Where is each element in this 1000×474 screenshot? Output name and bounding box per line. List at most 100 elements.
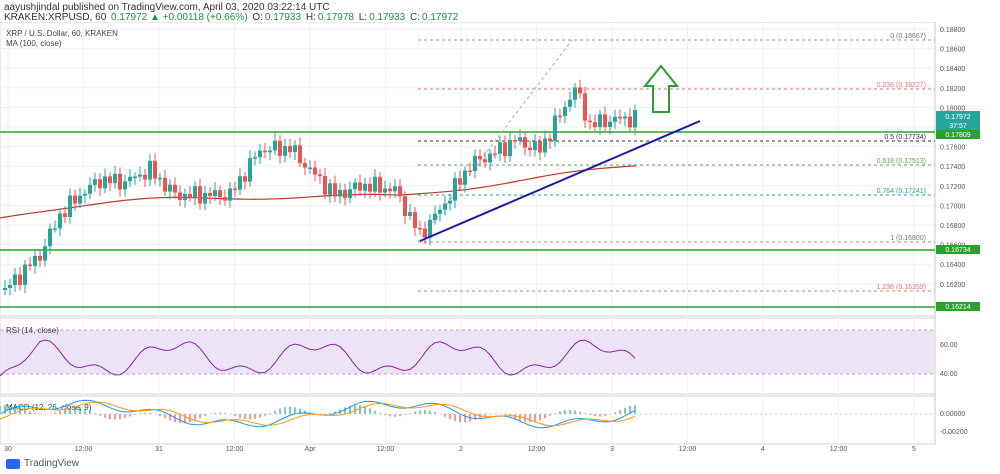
candle-body (198, 186, 202, 204)
candle-body (13, 274, 17, 285)
candle-body (53, 228, 57, 230)
candle-body (63, 213, 67, 218)
macd-pane[interactable] (0, 395, 936, 445)
candle-body (218, 190, 222, 198)
candle-body (188, 193, 192, 198)
candle-body (238, 176, 242, 190)
candle-body (23, 264, 27, 285)
candle-body (88, 184, 92, 194)
price-tick: 0.17600 (940, 145, 965, 152)
candle-body (158, 177, 162, 180)
candle-body (173, 184, 177, 193)
candle-body (28, 264, 32, 267)
time-axis[interactable]: 30 12:00 31 12:00 Apr 12:00 2 12:00 3 12:00 4 12:00… (4, 446, 916, 453)
candle-body (18, 274, 22, 285)
candle-body (283, 146, 287, 156)
candle-body (618, 116, 622, 119)
time-tick: 12:00 (679, 446, 697, 452)
rsi-title: RSI (14, close) (6, 326, 59, 335)
candle-body (168, 184, 172, 192)
candle-body (588, 120, 592, 123)
price-tick: 0.18200 (940, 86, 965, 93)
candle-body (358, 182, 362, 191)
candle-body (43, 246, 47, 261)
price-tick: 0.18600 (940, 47, 965, 54)
candle-body (538, 141, 542, 153)
macd-tick-neg: -0.00200 (940, 429, 968, 436)
price-tick: 0.16800 (940, 223, 965, 230)
candle-body (558, 115, 562, 118)
chart-frame[interactable]: XRP / U.S. Dollar, 60, KRAKEN MA (100, c… (0, 21, 1000, 453)
candle-body (138, 174, 142, 177)
candle-body (73, 195, 77, 204)
candle-body (303, 163, 307, 168)
candle-body (478, 155, 482, 160)
candle-body (193, 186, 197, 198)
candle-body (608, 121, 612, 128)
candle-body (433, 213, 437, 221)
candle-body (463, 170, 467, 185)
candle-body (483, 159, 487, 163)
candle-body (48, 228, 52, 247)
candle-body (493, 153, 497, 156)
price-tick: 0.17000 (940, 203, 965, 210)
tradingview-logo[interactable]: TradingView (6, 458, 79, 469)
candle-body (593, 122, 597, 128)
macd-tick-zero: 0.00000 (940, 411, 965, 418)
candle-body (533, 141, 537, 151)
candle-body (598, 114, 602, 128)
candle-body (473, 155, 477, 172)
candle-body (203, 192, 207, 204)
candle-body (268, 150, 272, 153)
time-tick: 12:00 (528, 446, 546, 452)
fib-label-1: 1 (0.16800) (890, 235, 926, 242)
candle-body (453, 178, 457, 201)
chart-canvas[interactable]: XRP / U.S. Dollar, 60, KRAKEN MA (100, c… (0, 21, 1000, 453)
candle-body (443, 203, 447, 210)
candle-body (563, 106, 567, 117)
candle-body (448, 200, 452, 204)
candle-body (418, 228, 422, 230)
candle-body (368, 183, 372, 192)
publish-header: aayushjindal published on TradingView.co… (0, 0, 1000, 23)
candle-body (298, 145, 302, 164)
candle-body (8, 284, 12, 288)
candle-body (363, 183, 367, 191)
candle-body (103, 176, 107, 189)
candle-body (308, 167, 312, 170)
candle-body (553, 115, 557, 142)
rsi-tick-40: 40.00 (940, 371, 958, 378)
candle-body (398, 186, 402, 197)
candle-body (528, 147, 532, 151)
candle-body (223, 197, 227, 201)
fib-label-0236: 0.236 (0.18227) (877, 82, 926, 89)
candle-body (108, 176, 112, 184)
time-tick: Apr (305, 446, 317, 452)
rsi-band (0, 330, 935, 374)
candle-body (258, 150, 262, 158)
candle-body (243, 176, 247, 182)
price-tick: 0.16400 (940, 262, 965, 269)
candle-body (133, 176, 137, 179)
candle-body (253, 157, 257, 159)
candle-body (428, 220, 432, 238)
level-badge-3-text: 0.16214 (945, 304, 970, 311)
candle-body (98, 179, 102, 189)
time-tick: 12:00 (75, 446, 93, 452)
rsi-tick-60: 60.00 (940, 342, 958, 349)
candle-body (498, 142, 502, 154)
candle-body (633, 110, 637, 128)
price-tick: 0.18400 (940, 66, 965, 73)
candle-body (623, 116, 627, 119)
candle-body (323, 176, 327, 195)
candle-body (213, 190, 217, 197)
time-tick: 12:00 (830, 446, 848, 452)
time-tick: 30 (4, 446, 12, 452)
candle-body (603, 114, 607, 128)
price-tick: 0.18800 (940, 27, 965, 34)
candle-body (273, 140, 277, 151)
candle-body (423, 228, 427, 238)
fib-label-1236: 1.236 (0.16359) (877, 284, 926, 291)
candle-body (583, 93, 587, 121)
candle-body (518, 137, 522, 141)
